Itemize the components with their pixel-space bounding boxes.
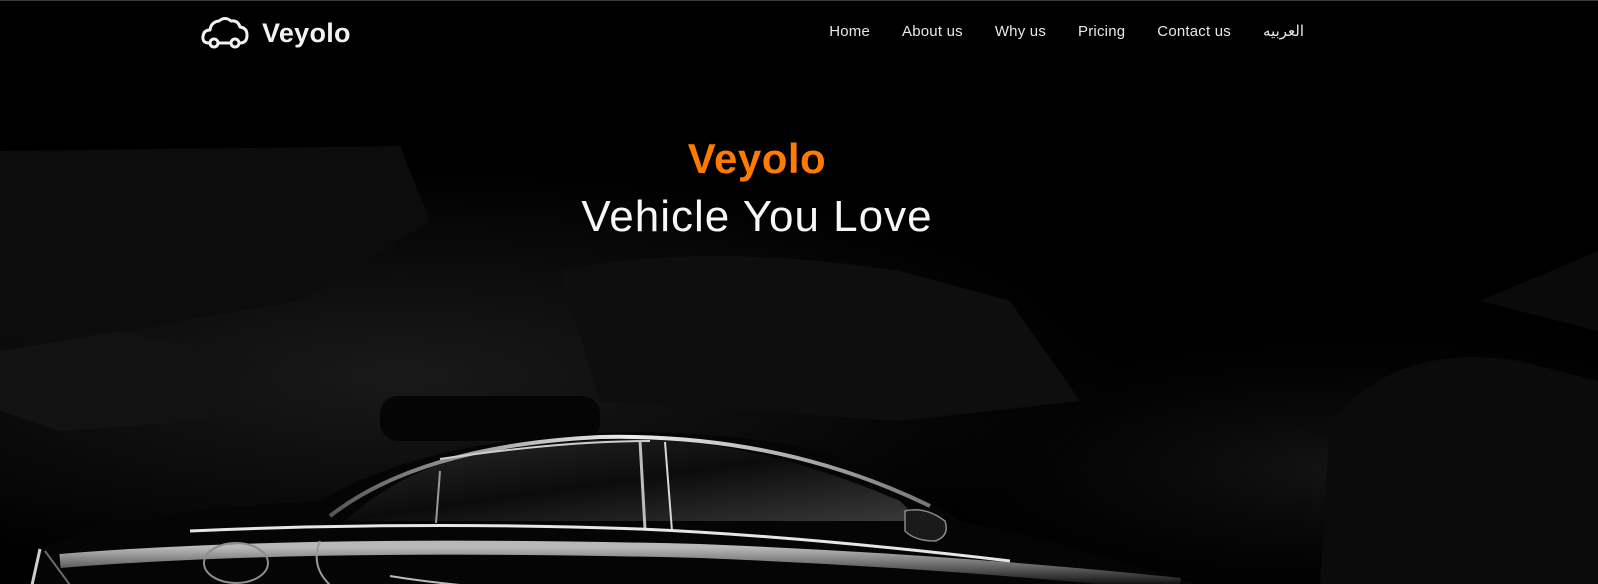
top-navbar: Veyolo Home About us Why us Pricing Cont… <box>0 1 1598 65</box>
nav-link-home[interactable]: Home <box>829 23 870 40</box>
nav-links: Home About us Why us Pricing Contact us … <box>829 19 1304 43</box>
brand-name: Veyolo <box>262 17 351 48</box>
nav-link-about-us[interactable]: About us <box>902 23 963 40</box>
landing-page: Veyolo Home About us Why us Pricing Cont… <box>0 0 1598 584</box>
nav-link-pricing[interactable]: Pricing <box>1078 23 1125 40</box>
brand-logo-link[interactable]: Veyolo <box>200 13 351 53</box>
cloud-car-icon <box>201 17 249 49</box>
nav-link-why-us[interactable]: Why us <box>995 23 1046 40</box>
nav-link-language-arabic[interactable]: العربيه <box>1263 22 1304 40</box>
nav-link-contact-us[interactable]: Contact us <box>1157 23 1231 40</box>
car-silhouette <box>30 432 1197 584</box>
hero-subtitle: Vehicle You Love <box>581 192 933 241</box>
hero-title: Veyolo <box>687 135 827 182</box>
hero-section: Veyolo Vehicle You Love <box>0 129 1514 245</box>
